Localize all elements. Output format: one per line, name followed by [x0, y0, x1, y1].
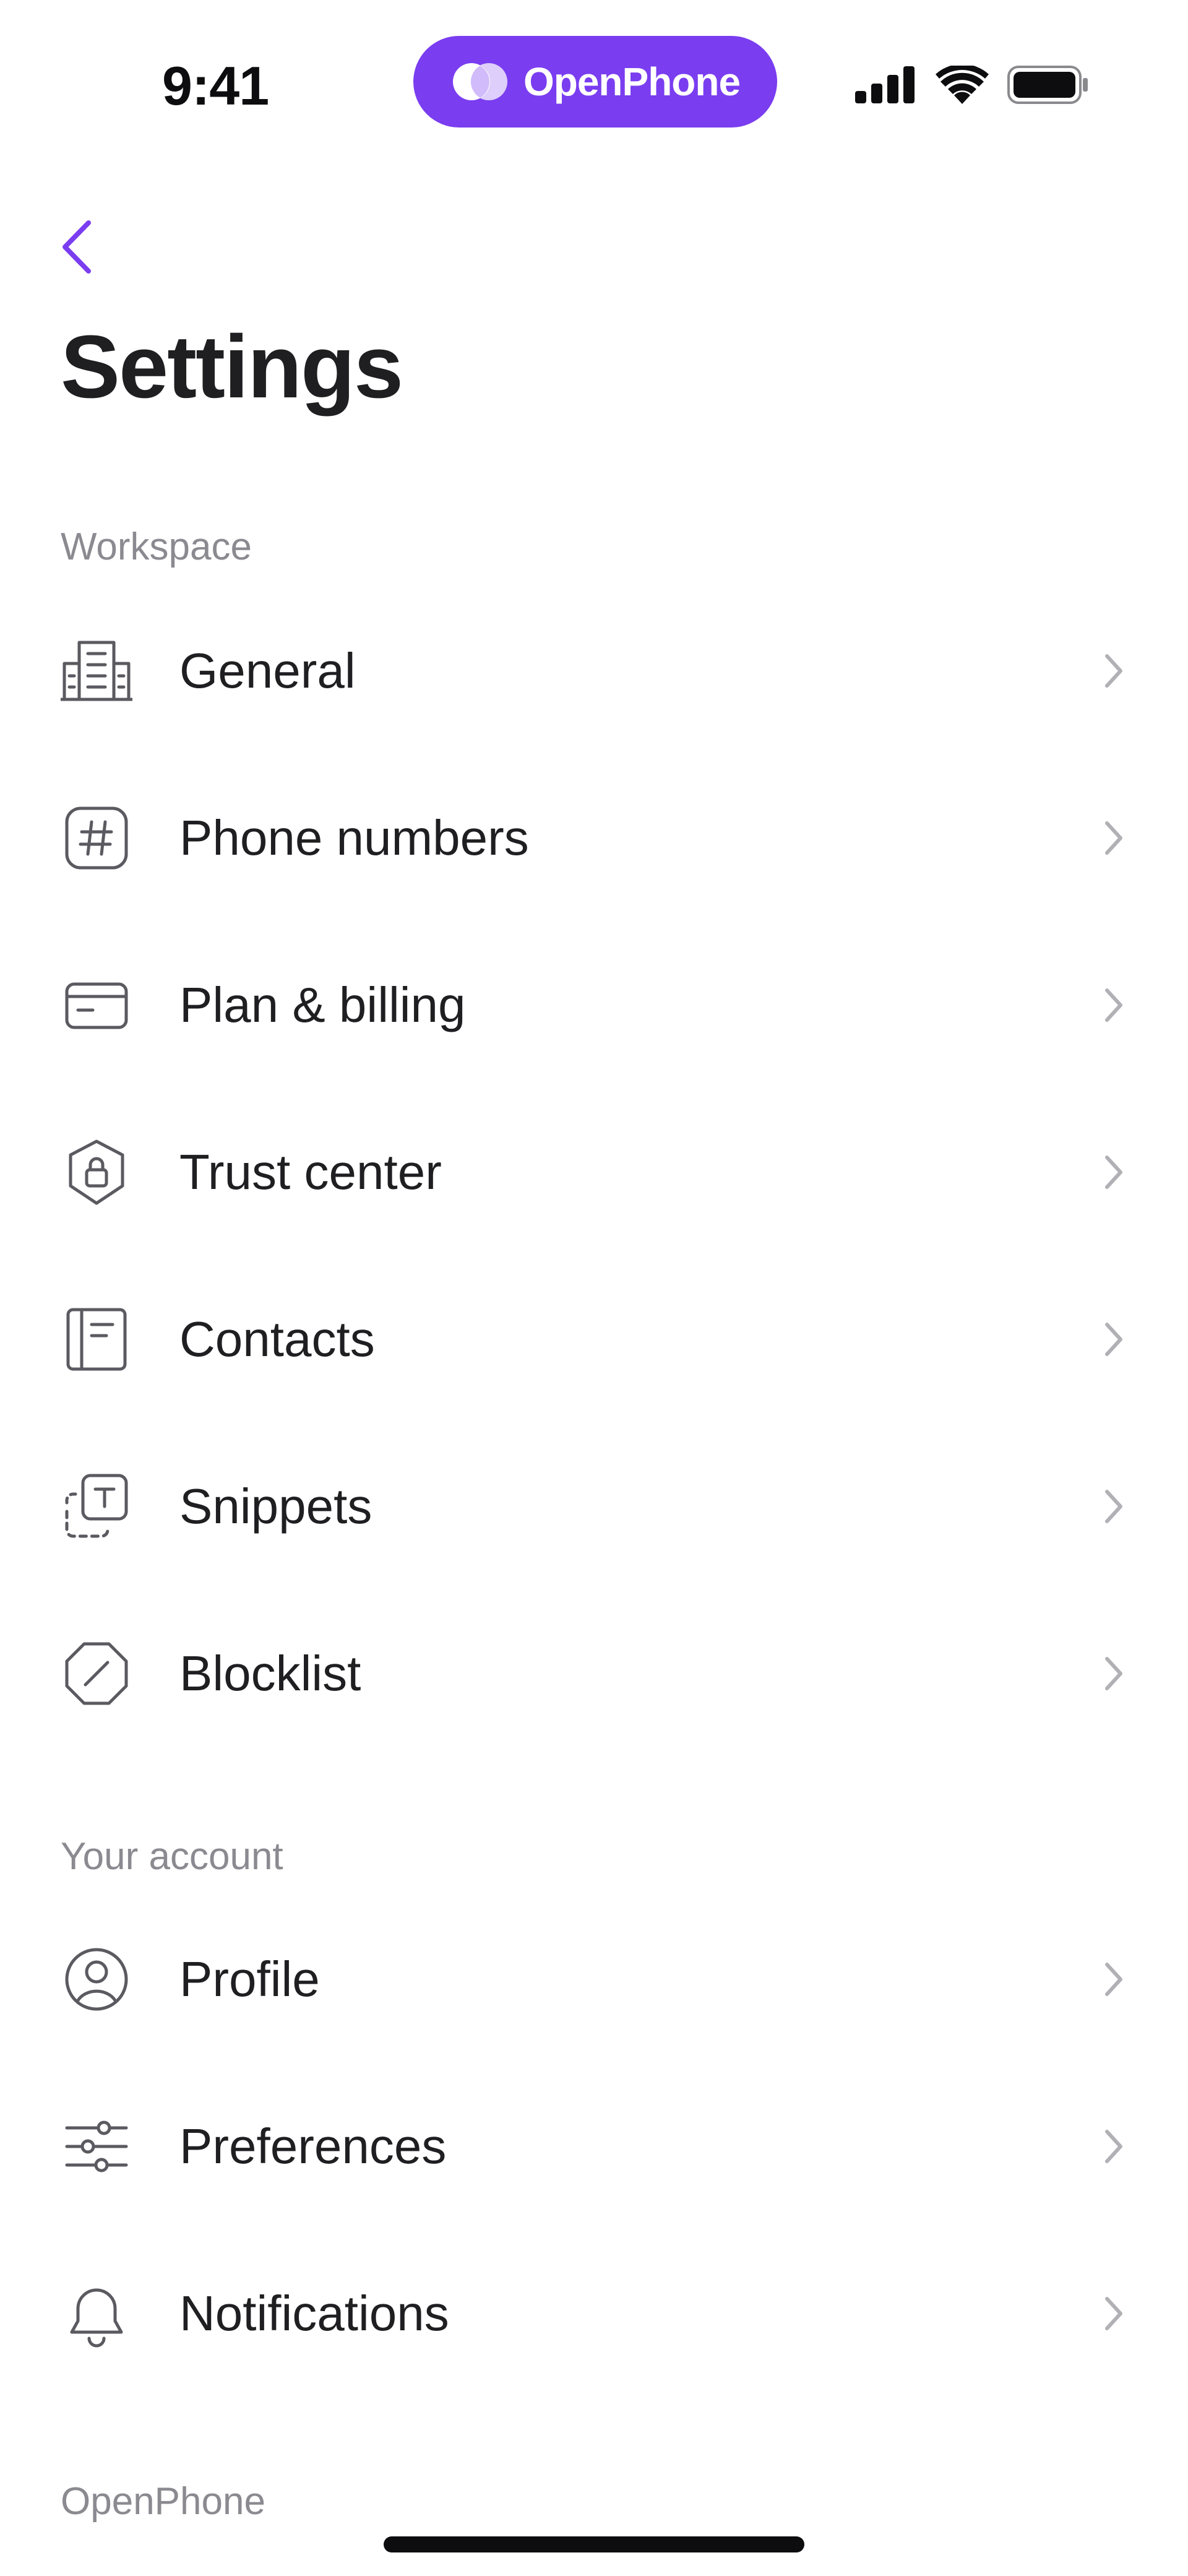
settings-row-label: Plan & billing	[179, 977, 466, 1032]
settings-row-preferences[interactable]: Preferences	[0, 2064, 1188, 2229]
settings-row-blocklist[interactable]: Blocklist	[0, 1591, 1188, 1757]
settings-row-profile[interactable]: Profile	[0, 1896, 1188, 2062]
page-title: Settings	[61, 317, 403, 417]
shield-lock-icon	[61, 1136, 132, 1208]
chevron-right-icon	[1099, 2289, 1129, 2338]
hash-icon	[61, 802, 132, 874]
settings-row-label: Contacts	[179, 1312, 375, 1367]
chevron-right-icon	[1099, 2122, 1129, 2171]
settings-row-phone-numbers[interactable]: Phone numbers	[0, 755, 1188, 921]
settings-row-label: Profile	[179, 1951, 320, 2007]
wifi-icon	[936, 66, 989, 104]
contacts-book-icon	[61, 1303, 132, 1375]
chevron-left-icon	[60, 219, 93, 278]
brand-name: OpenPhone	[523, 59, 741, 104]
chevron-right-icon	[1099, 1649, 1129, 1698]
battery-icon	[1007, 66, 1089, 104]
settings-row-contacts[interactable]: Contacts	[0, 1256, 1188, 1422]
chevron-right-icon	[1099, 1148, 1129, 1197]
cellular-signal-icon	[855, 66, 917, 103]
section-label-openphone: OpenPhone	[61, 2480, 265, 2523]
user-circle-icon	[61, 1943, 132, 2015]
settings-row-plan-billing[interactable]: Plan & billing	[0, 922, 1188, 1088]
status-time: 9:41	[162, 55, 269, 116]
chevron-right-icon	[1099, 813, 1129, 863]
settings-row-label: General	[179, 643, 356, 698]
chevron-right-icon	[1099, 1482, 1129, 1531]
section-label-workspace: Workspace	[61, 525, 252, 568]
settings-row-label: Preferences	[179, 2119, 447, 2174]
chevron-right-icon	[1099, 980, 1129, 1030]
dynamic-island: OpenPhone	[413, 36, 777, 128]
block-icon	[61, 1638, 132, 1709]
settings-row-general[interactable]: General	[0, 588, 1188, 754]
section-label-account: Your account	[61, 1835, 283, 1878]
settings-row-label: Notifications	[179, 2286, 449, 2341]
home-indicator[interactable]	[384, 2536, 804, 2552]
settings-row-label: Trust center	[179, 1144, 442, 1199]
status-icons	[855, 66, 1089, 104]
sliders-icon	[61, 2111, 132, 2182]
chevron-right-icon	[1099, 1955, 1129, 2004]
settings-row-label: Blocklist	[179, 1646, 361, 1701]
settings-row-label: Phone numbers	[179, 810, 529, 865]
chevron-right-icon	[1099, 1315, 1129, 1364]
building-icon	[61, 635, 132, 707]
snippet-icon	[61, 1471, 132, 1542]
settings-row-label: Snippets	[179, 1479, 372, 1534]
settings-row-notifications[interactable]: Notifications	[0, 2231, 1188, 2397]
settings-row-trust-center[interactable]: Trust center	[0, 1089, 1188, 1255]
openphone-logo-icon	[450, 60, 510, 103]
settings-row-snippets[interactable]: Snippets	[0, 1424, 1188, 1589]
back-button[interactable]	[52, 214, 101, 282]
status-bar: 9:41 OpenPhone	[0, 0, 1188, 155]
credit-card-icon	[61, 969, 132, 1041]
bell-icon	[61, 2278, 132, 2349]
chevron-right-icon	[1099, 646, 1129, 696]
